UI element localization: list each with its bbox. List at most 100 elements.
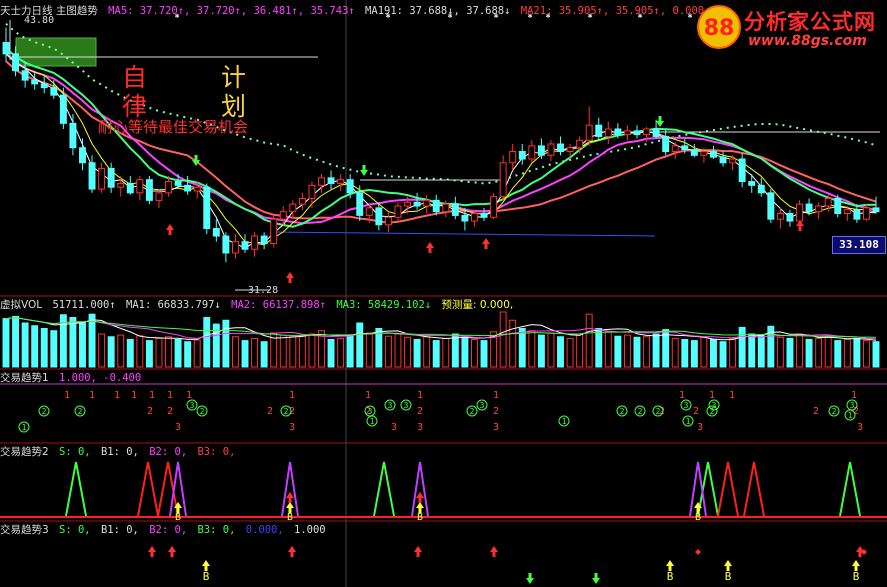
volume-bar bbox=[528, 330, 536, 368]
candle-body bbox=[231, 241, 239, 254]
candle-body bbox=[576, 139, 584, 149]
low-price-label: 31.28 bbox=[248, 285, 279, 296]
logo-url: www.88gs.com bbox=[748, 33, 867, 49]
trend1-digit: 1 bbox=[89, 390, 95, 401]
volume-bar bbox=[423, 336, 431, 368]
candle-body bbox=[365, 207, 373, 216]
trend1-circle-digit: 2 bbox=[470, 407, 475, 416]
volume-bar bbox=[184, 341, 192, 368]
trend1-digit-marks: 1 1 1 1 1 1 12 23212312312312321231 1212312 232 2 3… bbox=[18, 390, 863, 433]
volume-bar bbox=[117, 334, 125, 368]
volume-bar bbox=[834, 340, 842, 368]
sell-arrow-icon bbox=[360, 170, 368, 176]
volume-bar bbox=[79, 321, 86, 368]
volume-bar bbox=[872, 341, 880, 368]
trend2-red-arrow-icon bbox=[286, 492, 294, 498]
trend3-s: S: 0, bbox=[59, 524, 91, 536]
trend1-digit: 1 bbox=[365, 390, 371, 401]
trend3-b-label: B bbox=[725, 570, 732, 583]
sell-arrow-icon bbox=[658, 116, 662, 121]
volume-bar bbox=[776, 336, 784, 368]
buy-arrow-icon bbox=[484, 244, 488, 249]
candle-body bbox=[174, 181, 182, 186]
trend2-sell-triangle bbox=[373, 461, 395, 517]
price-panel-header: 天士力日线 主图趋势 MA5: 37.720↑, 37.720↑, 36.481… bbox=[0, 4, 714, 18]
trend1-circle-digit: 1 bbox=[22, 423, 27, 432]
volume-bar bbox=[298, 335, 306, 368]
trend3-b1: B1: 0, bbox=[100, 524, 139, 536]
volume-bar bbox=[289, 336, 297, 368]
trend3-diamond-icon bbox=[695, 549, 701, 555]
trend2-triangles: BBBB bbox=[65, 461, 861, 523]
volume-bar bbox=[595, 328, 603, 368]
volume-bar bbox=[633, 336, 641, 368]
buy-arrow-icon bbox=[428, 248, 432, 253]
trend3-red-arrow-icon bbox=[288, 546, 296, 552]
volume-bar bbox=[375, 328, 383, 368]
trend1-circle-digit: 2 bbox=[200, 407, 205, 416]
trend1-circle-digit: 1 bbox=[686, 417, 691, 426]
volume-bar bbox=[614, 335, 622, 368]
trend1-circle-digit: 2 bbox=[638, 407, 643, 416]
candle-body bbox=[79, 147, 86, 164]
trend3-red-arrow-icon bbox=[414, 546, 422, 552]
volume-bars bbox=[2, 311, 880, 368]
volume-bar bbox=[327, 339, 335, 368]
volume-bar bbox=[499, 311, 507, 368]
trend1-digit: 2 bbox=[267, 406, 273, 417]
trend3-red-arrow-icon bbox=[148, 546, 156, 552]
volume-bar bbox=[241, 340, 249, 368]
volume-bar bbox=[537, 334, 545, 368]
trend1-circle-digit: 1 bbox=[562, 417, 567, 426]
trend1-digit: 1 bbox=[289, 390, 295, 401]
patience-note: 耐心等待最佳交易机会 bbox=[98, 118, 249, 136]
trend2-sell-triangle bbox=[65, 461, 87, 517]
volume-bar bbox=[2, 318, 10, 368]
volume-bar bbox=[136, 335, 144, 368]
trend1-digit: 1 bbox=[131, 390, 137, 401]
candle-body bbox=[862, 207, 870, 220]
trend1-digit: 2 bbox=[417, 406, 423, 417]
candle-body bbox=[136, 179, 144, 194]
trend1-digit: 3 bbox=[417, 422, 423, 433]
volume-bar bbox=[346, 334, 354, 368]
trend1-digit: 1 bbox=[186, 390, 192, 401]
trend3-b-arrow-icon bbox=[666, 560, 674, 566]
candle-body bbox=[643, 128, 651, 136]
candle-body bbox=[298, 197, 306, 205]
candle-body bbox=[432, 199, 440, 213]
sell-arrow-icon bbox=[656, 121, 664, 127]
logo-emblem-icon: 88 bbox=[697, 5, 741, 49]
candle-body bbox=[662, 135, 670, 153]
candle-body bbox=[805, 203, 813, 213]
volume-bar bbox=[623, 334, 631, 368]
candle-body bbox=[461, 214, 469, 222]
candle-body bbox=[212, 228, 220, 237]
stock-chart-window[interactable]: ✱ ✱ ✱ ✱ ✱ ✱ ✱ ✱ ✱ ✱ 11111112232123123123123212311… bbox=[0, 0, 887, 587]
trend1-circle-digit: 3 bbox=[368, 407, 373, 416]
volume-bar bbox=[729, 337, 737, 368]
candle-body bbox=[595, 124, 603, 137]
volume-bar bbox=[21, 322, 29, 368]
trend3-b3: B3: 0, bbox=[197, 524, 236, 536]
trend2-red-arrow-icon bbox=[288, 498, 292, 503]
candle-body bbox=[155, 192, 163, 201]
trend3-red-arrow-icon bbox=[150, 552, 154, 557]
candle-body bbox=[719, 156, 727, 164]
candle-body bbox=[690, 149, 698, 156]
trend1-circle-digit: 3 bbox=[480, 401, 485, 410]
trend1-circle-digit: 3 bbox=[712, 401, 717, 410]
trend3-green-arrow-icon bbox=[528, 573, 532, 578]
volume-bar bbox=[165, 336, 172, 368]
candle-body bbox=[251, 235, 259, 250]
volume-bar bbox=[12, 315, 20, 368]
candle-body bbox=[843, 209, 851, 215]
vol-title: 虚拟VOL bbox=[0, 299, 43, 311]
candle-body bbox=[193, 186, 201, 192]
trend3-b-arrow-icon bbox=[724, 560, 732, 566]
buy-arrow-icon bbox=[288, 278, 292, 283]
trend1-circle-digit: 3 bbox=[404, 401, 409, 410]
candle-body bbox=[815, 205, 823, 213]
candle-body bbox=[40, 83, 48, 89]
volume-bar bbox=[365, 332, 373, 368]
